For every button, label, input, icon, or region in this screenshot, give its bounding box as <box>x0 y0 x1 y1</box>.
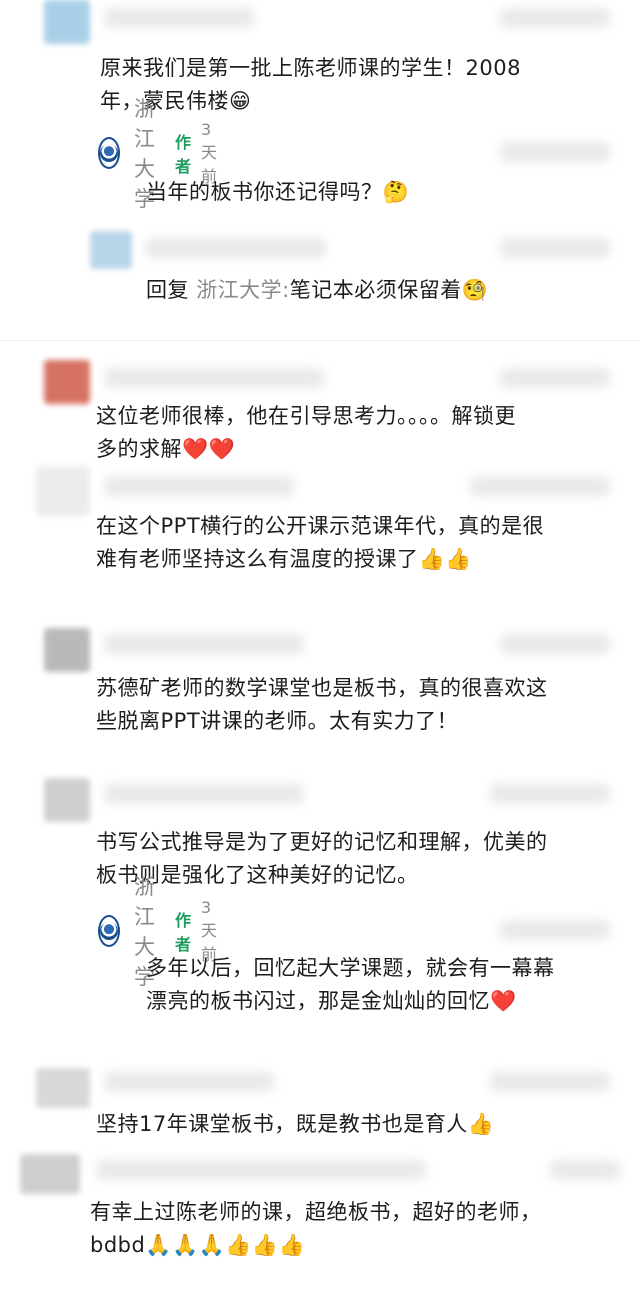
username[interactable] <box>96 1160 426 1180</box>
reply-target[interactable]: 浙江大学: <box>196 278 290 302</box>
comment-line: 有幸上过陈老师的课，超绝板书，超好的老师， <box>90 1200 542 1224</box>
comment-text: 坚持17年课堂板书，既是教书也是育人👍 <box>96 1108 494 1141</box>
reply-text: 多年以后，回忆起大学课题，就会有一幕幕 漂亮的板书闪过，那是金灿灿的回忆❤️ <box>146 952 555 1018</box>
zju-logo-icon[interactable] <box>98 137 120 169</box>
reply-header: 浙江大学 作者 3天前 <box>98 875 217 989</box>
comment-line: 原来我们是第一批上陈老师课的学生！2008 <box>100 56 521 80</box>
like-button[interactable] <box>500 238 610 258</box>
reply-line: 漂亮的板书闪过，那是金灿灿的回忆❤️ <box>146 989 517 1013</box>
avatar[interactable] <box>44 0 90 44</box>
like-button[interactable] <box>490 784 610 804</box>
like-button[interactable] <box>550 1160 620 1180</box>
username[interactable] <box>146 238 326 258</box>
comment-text: 苏德矿老师的数学课堂也是板书，真的很喜欢这 些脱离PPT讲课的老师。太有实力了！ <box>96 672 548 738</box>
zju-logo-icon[interactable] <box>98 915 120 947</box>
comment-line: 这位老师很棒，他在引导思考力。。。。解锁更 <box>96 404 516 428</box>
comment-line: 多的求解❤️❤️ <box>96 437 236 461</box>
author-tag: 作者 <box>175 911 192 954</box>
like-button[interactable] <box>500 368 610 388</box>
avatar[interactable] <box>36 1068 90 1108</box>
username[interactable] <box>104 634 304 654</box>
author-tag: 作者 <box>175 133 192 176</box>
avatar[interactable] <box>20 1154 80 1194</box>
like-button[interactable] <box>490 1072 610 1092</box>
avatar[interactable] <box>44 628 90 672</box>
sub-reply-body: 笔记本必须保留着🧐 <box>289 278 489 302</box>
username[interactable] <box>104 1072 274 1092</box>
avatar[interactable] <box>90 231 132 269</box>
like-button[interactable] <box>500 634 610 654</box>
comment-text: 有幸上过陈老师的课，超绝板书，超好的老师， bdbd🙏🙏🙏👍👍👍 <box>90 1196 542 1262</box>
reply-header: 浙江大学 作者 3天前 <box>98 97 217 211</box>
comment-line: 在这个PPT横行的公开课示范课年代，真的是很 <box>96 514 545 538</box>
username[interactable] <box>104 784 304 804</box>
comment-text: 在这个PPT横行的公开课示范课年代，真的是很 难有老师坚持这么有温度的授课了👍👍 <box>96 510 544 576</box>
username[interactable] <box>104 368 324 388</box>
like-button[interactable] <box>500 142 610 162</box>
like-button[interactable] <box>500 8 610 28</box>
like-button[interactable] <box>500 920 610 940</box>
comment-line: 坚持17年课堂板书，既是教书也是育人👍 <box>96 1112 495 1136</box>
sub-reply-text: 回复 浙江大学:笔记本必须保留着🧐 <box>146 274 488 307</box>
comment-line: 书写公式推导是为了更好的记忆和理解，优美的 <box>96 830 548 854</box>
reply-line: 多年以后，回忆起大学课题，就会有一幕幕 <box>146 956 555 980</box>
username[interactable] <box>104 476 294 496</box>
avatar[interactable] <box>36 466 90 516</box>
divider <box>0 340 640 341</box>
username[interactable] <box>104 8 254 28</box>
like-button[interactable] <box>470 476 610 496</box>
comment-line: bdbd🙏🙏🙏👍👍👍 <box>90 1233 306 1257</box>
avatar[interactable] <box>44 360 90 404</box>
avatar[interactable] <box>44 778 90 822</box>
comment-line: 苏德矿老师的数学课堂也是板书，真的很喜欢这 <box>96 676 548 700</box>
comment-line: 难有老师坚持这么有温度的授课了👍👍 <box>96 547 472 571</box>
comment-line: 些脱离PPT讲课的老师。太有实力了！ <box>96 709 459 733</box>
comment-text: 这位老师很棒，他在引导思考力。。。。解锁更 多的求解❤️❤️ <box>96 400 516 466</box>
reply-text: 当年的板书你还记得吗？🤔 <box>146 180 410 204</box>
reply-prefix: 回复 <box>146 278 189 302</box>
